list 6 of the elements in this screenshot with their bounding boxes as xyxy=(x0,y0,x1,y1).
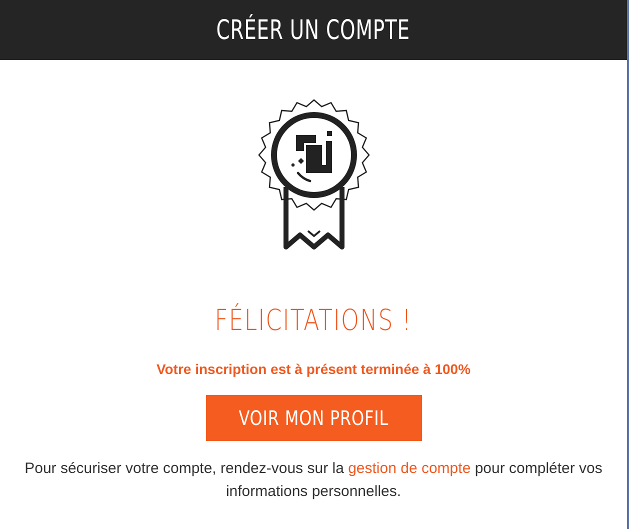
account-management-link[interactable]: gestion de compte xyxy=(348,460,471,477)
view-profile-button[interactable]: VOIR MON PROFIL xyxy=(206,395,422,441)
completion-message: Votre inscription est à présent terminée à 100% xyxy=(156,361,471,377)
page-title: CRÉER UN COMPTE xyxy=(216,14,410,46)
account-note: Pour sécuriser votre compte, rendez-vous sur la gestion de compte pour compléter vos informations personnelles. xyxy=(24,459,604,502)
congratulations-heading: FÉLICITATIONS ! xyxy=(214,303,412,337)
